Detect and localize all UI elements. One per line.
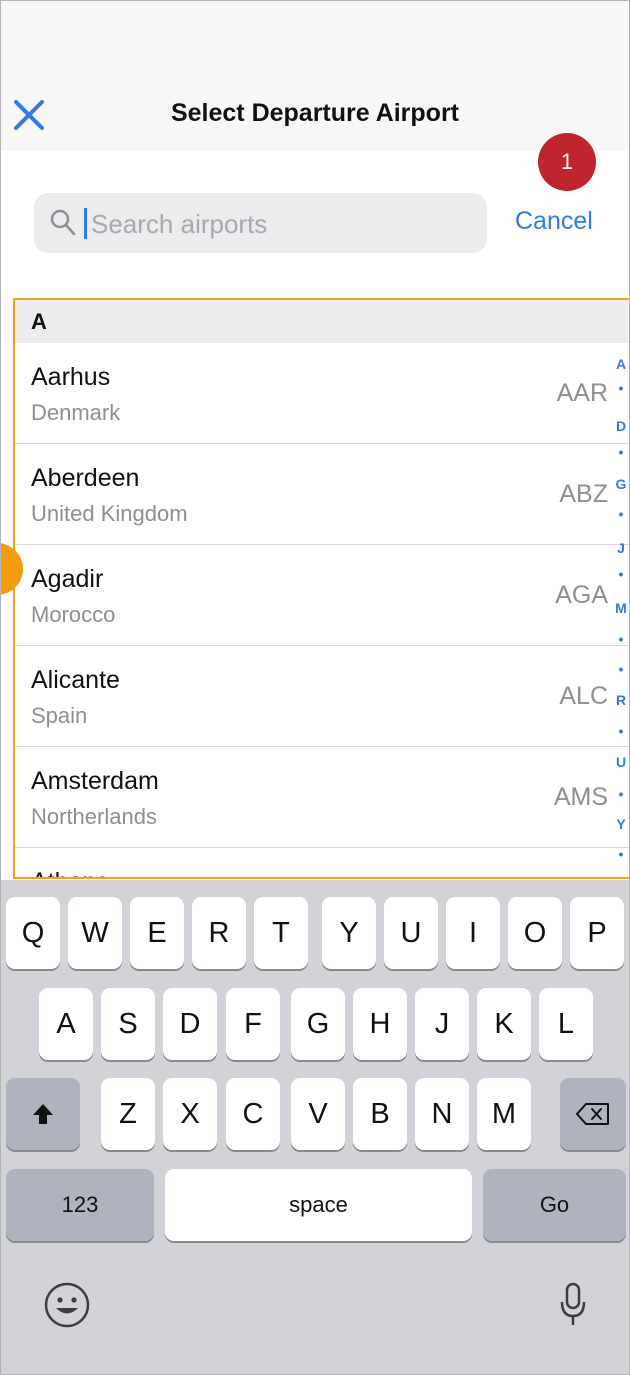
key-j[interactable]: J <box>415 988 469 1060</box>
airport-code: ABZ <box>559 480 608 508</box>
key-f[interactable]: F <box>226 988 280 1060</box>
alphabet-index[interactable]: A • D • G • J • M • • R • U • Y • <box>613 356 629 876</box>
key-h[interactable]: H <box>353 988 407 1060</box>
go-key[interactable]: Go <box>483 1169 626 1241</box>
key-x[interactable]: X <box>163 1078 217 1150</box>
airport-country: Spain <box>31 703 88 728</box>
index-letter[interactable]: M <box>613 600 629 616</box>
key-d[interactable]: D <box>163 988 217 1060</box>
emoji-icon <box>44 1282 90 1328</box>
key-t[interactable]: T <box>254 897 308 969</box>
text-cursor <box>84 208 87 239</box>
key-c[interactable]: C <box>226 1078 280 1150</box>
airport-city: Amsterdam <box>31 767 159 795</box>
key-r[interactable]: R <box>192 897 246 969</box>
airport-row-aarhus[interactable]: Aarhus Denmark AAR <box>13 343 629 444</box>
index-dot[interactable]: • <box>613 661 629 677</box>
airport-city: Aarhus <box>31 363 111 391</box>
index-dot[interactable]: • <box>613 380 629 396</box>
airport-list[interactable]: A Aarhus Denmark AAR Aberdeen United Kin… <box>13 298 629 878</box>
search-icon <box>50 209 76 236</box>
key-z[interactable]: Z <box>101 1078 155 1150</box>
index-dot[interactable]: • <box>613 846 629 862</box>
airport-code: ALC <box>559 682 608 710</box>
index-letter[interactable]: D <box>613 418 629 434</box>
annotation-badge-1: 1 <box>538 133 596 191</box>
key-k[interactable]: K <box>477 988 531 1060</box>
airport-code: AAR <box>556 379 608 407</box>
search-input[interactable] <box>89 201 473 247</box>
key-p[interactable]: P <box>570 897 624 969</box>
key-w[interactable]: W <box>68 897 122 969</box>
airport-country: Denmark <box>31 400 121 425</box>
index-dot[interactable]: • <box>613 444 629 460</box>
page-title: Select Departure Airport <box>170 99 460 127</box>
index-letter[interactable]: R <box>613 692 629 708</box>
airport-code: AMS <box>553 783 608 811</box>
cancel-button[interactable]: Cancel <box>515 207 593 236</box>
airport-code: AGA <box>555 581 608 609</box>
key-l[interactable]: L <box>539 988 593 1060</box>
backspace-icon <box>576 1103 609 1125</box>
index-letter[interactable]: G <box>613 476 629 492</box>
key-a[interactable]: A <box>39 988 93 1060</box>
index-dot[interactable]: • <box>613 786 629 802</box>
airport-city: Aberdeen <box>31 464 140 492</box>
key-m[interactable]: M <box>477 1078 531 1150</box>
index-dot[interactable]: • <box>613 506 629 522</box>
search-field[interactable] <box>34 193 487 253</box>
airport-row-amsterdam[interactable]: Amsterdam Northerlands AMS <box>13 747 629 848</box>
keyboard: Q W E R T Y U I O P A S D F G H J K L Z … <box>1 880 629 1374</box>
airport-country: United Kingdom <box>31 501 188 526</box>
airport-row-agadir[interactable]: Agadir Morocco AGA <box>13 545 629 646</box>
key-y[interactable]: Y <box>322 897 376 969</box>
index-letter[interactable]: J <box>613 540 629 556</box>
airport-country: Northerlands <box>31 804 157 829</box>
app-frame: Select Departure Airport Cancel A Aarhus… <box>0 0 630 1375</box>
key-u[interactable]: U <box>384 897 438 969</box>
index-dot[interactable]: • <box>613 631 629 647</box>
key-s[interactable]: S <box>101 988 155 1060</box>
airport-city: Agadir <box>31 565 104 593</box>
key-g[interactable]: G <box>291 988 345 1060</box>
shift-key[interactable] <box>6 1078 80 1150</box>
microphone-icon <box>560 1282 586 1325</box>
numbers-key[interactable]: 123 <box>6 1169 154 1241</box>
index-letter[interactable]: A <box>613 356 629 372</box>
microphone-button[interactable] <box>553 1279 593 1331</box>
nav-header: Select Departure Airport <box>1 1 629 151</box>
airport-city: Alicante <box>31 666 120 694</box>
index-letter[interactable]: Y <box>613 816 629 832</box>
key-q[interactable]: Q <box>6 897 60 969</box>
shift-arrow-icon <box>33 1104 53 1124</box>
index-dot[interactable]: • <box>613 723 629 739</box>
backspace-key[interactable] <box>560 1078 626 1150</box>
index-dot[interactable]: • <box>613 566 629 582</box>
key-n[interactable]: N <box>415 1078 469 1150</box>
key-i[interactable]: I <box>446 897 500 969</box>
airport-row-alicante[interactable]: Alicante Spain ALC <box>13 646 629 747</box>
search-row: Cancel <box>1 151 629 294</box>
airport-row-athens[interactable]: Athens <box>13 848 629 878</box>
key-e[interactable]: E <box>130 897 184 969</box>
key-o[interactable]: O <box>508 897 562 969</box>
space-key[interactable]: space <box>165 1169 472 1241</box>
index-letter[interactable]: U <box>613 754 629 770</box>
section-header: A <box>13 298 629 343</box>
emoji-button[interactable] <box>41 1279 93 1331</box>
airport-city: Athens <box>31 868 109 878</box>
airport-row-aberdeen[interactable]: Aberdeen United Kingdom ABZ <box>13 444 629 545</box>
key-b[interactable]: B <box>353 1078 407 1150</box>
key-v[interactable]: V <box>291 1078 345 1150</box>
airport-country: Morocco <box>31 602 116 627</box>
